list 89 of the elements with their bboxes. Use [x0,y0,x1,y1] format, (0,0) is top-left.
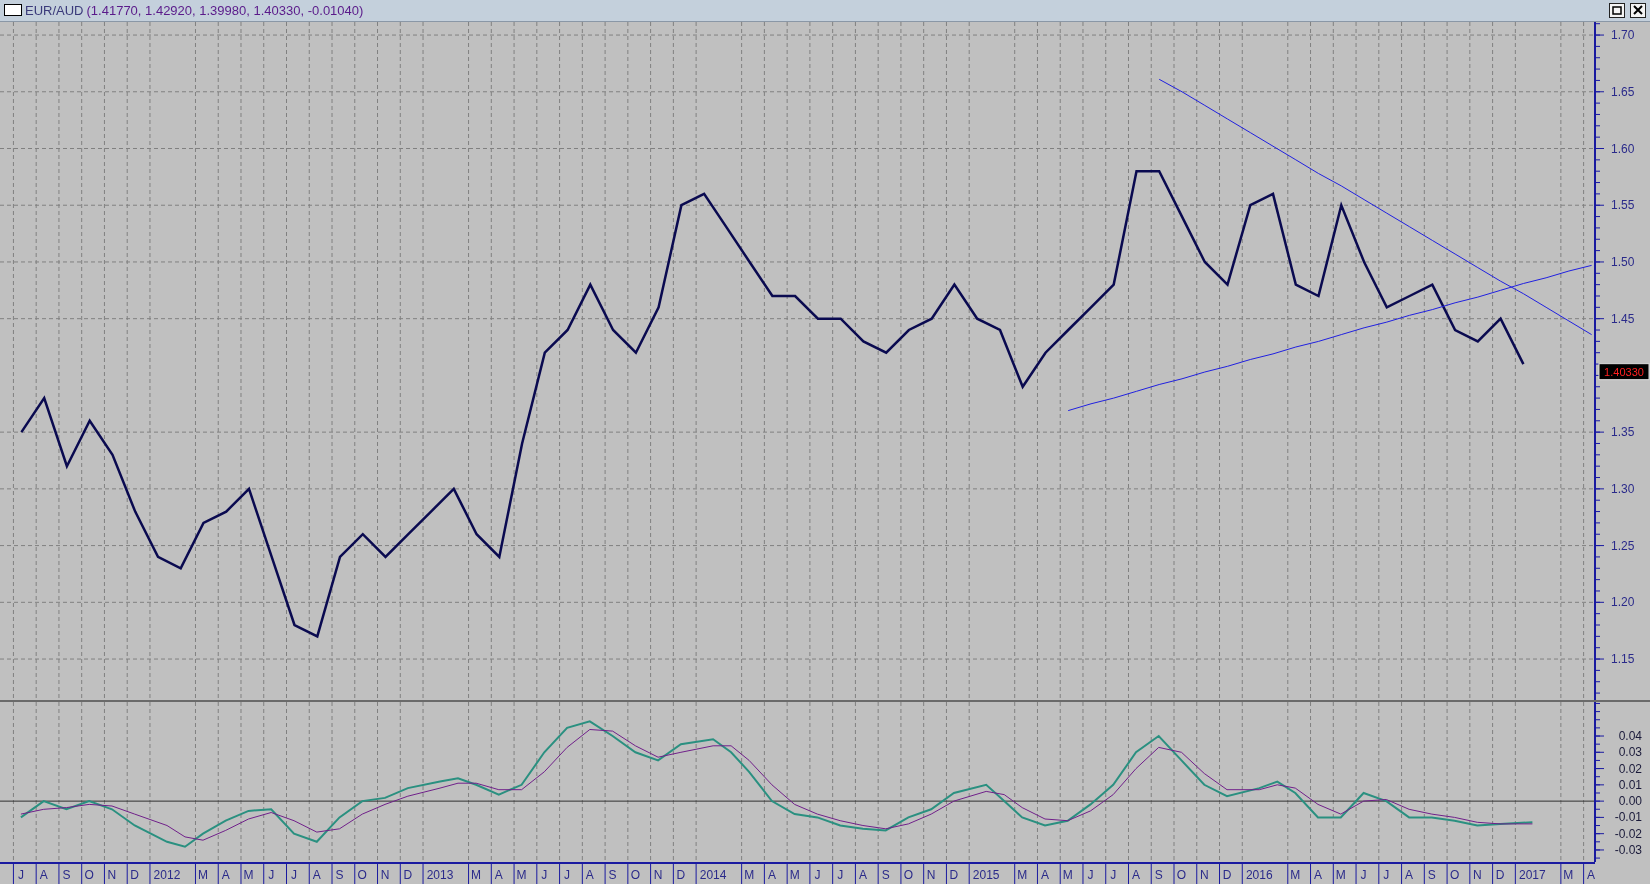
axis-label: 1.50 [1611,254,1635,269]
axis-label: O [357,868,367,882]
axis-label: M [1062,868,1073,882]
symbol-title: EUR/AUD [25,2,84,18]
axis-label: J [837,868,844,882]
axis-label: J [268,868,275,882]
axis-label: 1.30 [1611,481,1635,496]
axis-label: 2017 [1519,868,1546,882]
axis-label: 1.70 [1611,28,1635,42]
axis-label: A [1314,868,1323,882]
axis-label: A [767,868,776,882]
axis-label: D [1222,868,1232,882]
axis-label: 2014 [699,868,727,882]
axis-label: D [1495,868,1505,882]
axis-label: N [926,868,936,882]
axis-label: D [949,868,959,882]
axis-label: S [881,868,890,882]
axis-label: J [1087,868,1094,882]
axis-label: M [1290,868,1301,882]
axis-label: A [1587,868,1596,882]
axis-label: D [130,868,140,882]
axis-label: A [312,868,321,882]
axis-label: 2013 [426,868,454,882]
axis-label: J [814,868,821,882]
axis-label: 0.02 [1618,761,1642,776]
axis-label: M [198,868,208,882]
axis-label: 2012 [153,868,181,882]
axis-label: 1.15 [1611,652,1635,666]
axis-label: 1.65 [1611,84,1635,99]
axis-label: -0.01 [1614,810,1642,825]
axis-label: -0.03 [1614,842,1642,857]
axis-label: 1.20 [1611,595,1635,610]
axis-label: A [585,868,594,882]
axis-label: M [1563,868,1574,882]
axis-label: 1.60 [1611,141,1635,156]
axis-label: N [1199,868,1209,882]
axis-label: A [494,868,503,882]
axis-label: S [62,868,71,882]
axis-label: J [541,868,548,882]
axis-label: M [789,868,800,882]
axis-label: 2015 [972,868,1000,882]
axis-label: M [744,868,755,882]
axis-label: 0.03 [1618,745,1642,760]
axis-label: S [1427,868,1436,882]
axis-label: S [608,868,617,882]
axis-label: 2016 [1245,868,1273,882]
axis-label: N [1473,868,1482,882]
axis-label: O [903,868,914,882]
price-values: (1.41770, 1.42920, 1.39980, 1.40330, -0.01040) [86,2,364,18]
axis-label: D [403,868,413,882]
axis-label: J [291,868,297,882]
axis-label: J [1360,868,1367,882]
axis-label: J [17,868,24,882]
axis-label: A [1405,868,1414,882]
axis-label: D [676,868,686,882]
axis-label: M [471,868,482,882]
axis-label: 0.00 [1618,794,1642,809]
axis-label: 0.01 [1618,777,1642,792]
restore-button[interactable] [1609,2,1625,18]
axis-label: -0.02 [1614,826,1642,841]
axis-label: N [107,868,117,882]
axis-label: O [630,868,640,882]
window-icon [4,4,22,17]
axis-label: O [1449,868,1460,882]
axis-label: A [39,868,48,882]
axis-label: A [1132,868,1140,882]
axis-label: S [1154,868,1163,882]
axis-label: N [380,868,390,882]
close-button[interactable] [1630,2,1646,18]
axis-label: 0.04 [1618,729,1642,743]
axis-label: A [1040,868,1049,882]
axis-label: J [564,868,571,882]
axis-label: 1.35 [1611,425,1635,440]
axis-label: N [653,868,663,882]
axis-label: O [1176,868,1187,882]
axis-label: 1.25 [1611,538,1635,553]
axis-label: J [1383,868,1390,882]
axis-label: A [221,868,230,882]
axis-label: A [858,868,867,882]
axis-label: M [516,868,527,882]
axis-label: J [1110,868,1117,882]
axis-label: 1.55 [1611,198,1635,213]
axis-label: M [1017,868,1028,882]
axis-label: O [84,868,94,882]
last-price-tag: 1.40330 [1598,363,1650,381]
axis-label: M [1335,868,1346,882]
axis-label: S [335,868,344,882]
axis-label: M [243,868,254,882]
axis-label: 1.45 [1611,311,1635,326]
